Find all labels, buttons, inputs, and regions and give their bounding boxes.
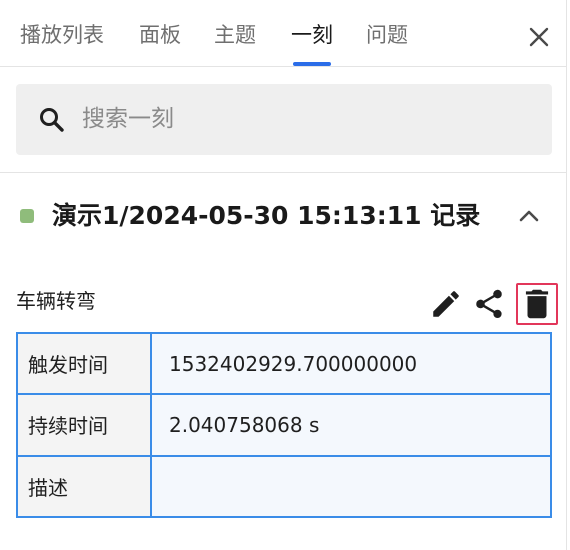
close-button[interactable]	[524, 22, 554, 52]
field-value	[150, 454, 552, 519]
tab-moments[interactable]: 一刻	[291, 20, 333, 50]
panel-border	[566, 0, 567, 550]
field-label: 触发时间	[16, 331, 152, 396]
table-row: 描述	[16, 454, 552, 519]
chevron-up-icon[interactable]	[515, 202, 543, 230]
table-row: 持续时间 2.040758068 s	[16, 393, 552, 457]
tab-playlist[interactable]: 播放列表	[20, 20, 104, 50]
search-box	[16, 84, 552, 155]
field-label: 描述	[16, 454, 152, 519]
tab-panels[interactable]: 面板	[139, 20, 181, 50]
share-icon	[476, 289, 502, 319]
search-icon	[40, 108, 64, 132]
status-indicator	[20, 209, 34, 223]
field-value: 1532402929.700000000	[150, 331, 552, 396]
active-tab-indicator	[293, 62, 331, 66]
record-header[interactable]: 演示1/2024-05-30 15:13:11 记录	[18, 196, 548, 240]
search-input[interactable]	[82, 98, 522, 140]
divider	[0, 172, 566, 173]
pencil-icon	[433, 291, 459, 317]
tab-problems[interactable]: 问题	[366, 20, 408, 50]
table-row: 触发时间 1532402929.700000000	[16, 331, 552, 396]
edit-button[interactable]	[429, 287, 463, 321]
share-button[interactable]	[472, 287, 506, 321]
event-details-table: 触发时间 1532402929.700000000 持续时间 2.0407580…	[16, 331, 552, 519]
trash-icon	[525, 289, 549, 319]
event-name: 车辆转弯	[16, 289, 96, 313]
field-label: 持续时间	[16, 393, 152, 457]
tab-bar: 播放列表 面板 主题 一刻 问题	[0, 0, 566, 67]
close-icon	[529, 27, 549, 47]
field-value: 2.040758068 s	[150, 393, 552, 457]
record-title: 演示1/2024-05-30 15:13:11 记录	[52, 201, 481, 230]
tab-topics[interactable]: 主题	[214, 20, 256, 50]
delete-button[interactable]	[516, 283, 558, 325]
